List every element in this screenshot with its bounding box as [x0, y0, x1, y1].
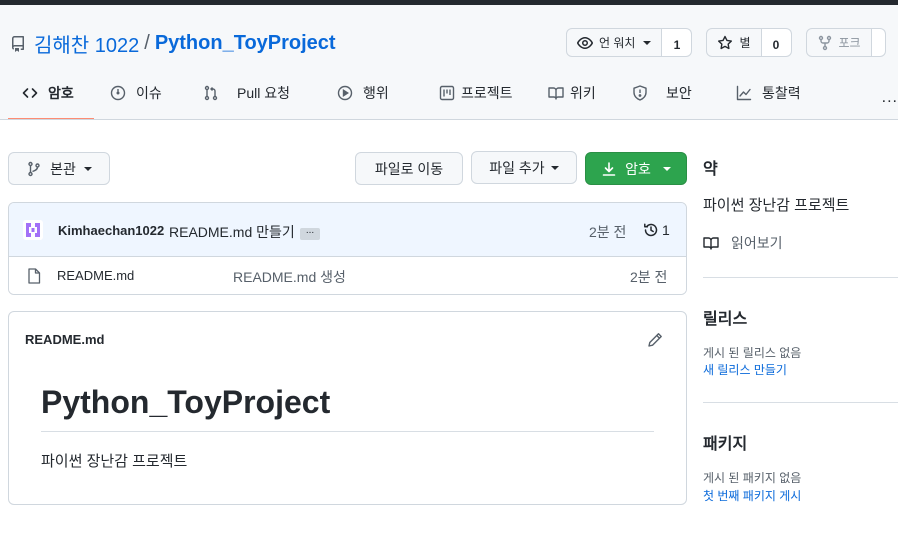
tab-pull-requests[interactable]: Pull 요청: [203, 66, 290, 120]
packages-title[interactable]: 패키지: [703, 430, 747, 454]
book-icon: [703, 237, 719, 250]
readme-panel: README.md Python_ToyProject 파이썬 장난감 프로젝트: [8, 311, 687, 505]
branch-label: 본관: [50, 160, 76, 177]
tab-insights-label: 통찰력: [762, 85, 801, 101]
add-file-button[interactable]: 파일 추가: [471, 151, 577, 184]
chevron-down-icon: [643, 40, 652, 45]
repo-name-link[interactable]: Python_ToyProject: [155, 32, 336, 55]
fork-icon: [818, 35, 831, 50]
file-name-link[interactable]: README.md: [57, 268, 134, 283]
header-divider: [0, 119, 898, 120]
repo-header: 김해찬 1022 / Python_ToyProject 언 워치 1 별 0 …: [0, 5, 898, 120]
file-list: Kimhaechan1022 README.md 만들기 ... 2분 전 1 …: [8, 202, 687, 295]
chevron-down-icon: [662, 166, 671, 171]
readme-title: Python_ToyProject: [41, 384, 331, 420]
watch-count[interactable]: 1: [662, 28, 693, 57]
watch-button[interactable]: 언 워치: [566, 28, 663, 57]
play-icon: [337, 85, 353, 101]
graph-icon: [736, 85, 752, 101]
eye-icon: [577, 36, 593, 49]
readme-sidebar-link[interactable]: 읽어보기: [703, 233, 783, 253]
star-count[interactable]: 0: [761, 28, 792, 57]
project-icon: [439, 85, 455, 101]
star-label: 별: [739, 36, 751, 50]
tab-security-label: 보안: [666, 85, 692, 101]
code-button[interactable]: 암호: [585, 152, 687, 185]
fork-group: 포크: [805, 28, 886, 57]
pencil-icon[interactable]: [647, 332, 663, 348]
fork-count[interactable]: [871, 28, 886, 57]
repo-nav-tabs: 암호 이슈 Pull 요청 행위 프로젝트 위키 보안 통찰력 ...: [0, 66, 898, 120]
repo-actions: 언 워치 1 별 0 포크: [566, 28, 886, 57]
more-tabs-button[interactable]: ...: [882, 89, 898, 107]
repo-owner-link[interactable]: 김해찬 1022: [34, 29, 139, 58]
watch-group: 언 워치 1: [566, 28, 693, 57]
tab-actions-label: 행위: [363, 85, 389, 101]
sidebar-divider: [703, 402, 898, 403]
commit-expand-button[interactable]: ...: [300, 226, 320, 240]
tab-projects-label: 프로젝트: [461, 85, 513, 101]
tab-actions[interactable]: 행위: [337, 66, 389, 120]
add-file-label: 파일 추가: [489, 159, 545, 176]
chevron-down-icon: [83, 166, 92, 171]
releases-empty-text: 게시 된 릴리스 없음: [703, 346, 802, 360]
file-commit-message-link[interactable]: README.md 생성: [233, 267, 346, 287]
file-time: 2분 전: [630, 269, 668, 285]
packages-empty-text: 게시 된 패키지 없음: [703, 471, 802, 485]
issue-icon: [110, 85, 126, 101]
tab-wiki[interactable]: 위키: [548, 66, 596, 120]
repo-icon: [11, 35, 24, 52]
tab-projects[interactable]: 프로젝트: [439, 66, 513, 120]
commit-author-link[interactable]: Kimhaechan1022: [58, 223, 164, 238]
history-icon: [644, 223, 658, 237]
latest-commit-row: Kimhaechan1022 README.md 만들기 ... 2분 전 1: [9, 203, 686, 257]
repo-separator: /: [144, 32, 150, 54]
avatar[interactable]: [23, 220, 43, 240]
tab-code-label: 암호: [48, 85, 74, 101]
download-icon: [602, 161, 616, 176]
history-count: 1: [662, 222, 670, 238]
repo-description: 파이썬 장난감 프로젝트: [703, 197, 850, 214]
commit-message-link[interactable]: README.md 만들기: [169, 222, 295, 242]
fork-button[interactable]: 포크: [805, 28, 872, 57]
readme-body: 파이썬 장난감 프로젝트: [41, 453, 188, 470]
star-group: 별 0: [706, 28, 792, 57]
sidebar-divider: [703, 277, 898, 278]
code-button-label: 암호: [625, 160, 651, 177]
star-button[interactable]: 별: [706, 28, 762, 57]
tab-insights[interactable]: 통찰력: [736, 66, 801, 120]
tab-security[interactable]: 보안: [632, 66, 692, 120]
tab-pull-requests-label: Pull 요청: [237, 85, 290, 101]
about-title: 약: [703, 161, 718, 178]
readme-sidebar-label: 읽어보기: [731, 235, 783, 251]
commit-history-link[interactable]: 1: [643, 222, 670, 238]
releases-title[interactable]: 릴리스: [703, 305, 747, 329]
pull-request-icon: [204, 85, 218, 101]
book-icon: [548, 87, 564, 100]
shield-icon: [633, 85, 647, 101]
tab-wiki-label: 위키: [570, 85, 596, 101]
go-to-file-button[interactable]: 파일로 이동: [355, 152, 463, 185]
create-release-link[interactable]: 새 릴리스 만들기: [703, 361, 787, 378]
repo-title: 김해찬 1022 / Python_ToyProject: [10, 29, 336, 58]
branch-select-button[interactable]: 본관: [8, 152, 110, 185]
file-icon: [28, 268, 41, 284]
watch-label: 언 워치: [599, 36, 636, 50]
fork-label: 포크: [838, 36, 861, 50]
commit-time: 2분 전: [589, 224, 627, 240]
code-icon: [22, 88, 38, 98]
readme-header[interactable]: README.md: [25, 332, 104, 347]
table-row: README.md README.md 생성 2분 전: [9, 257, 686, 294]
readme-divider: [41, 431, 654, 432]
tab-code[interactable]: 암호: [8, 66, 94, 120]
tab-issues[interactable]: 이슈: [110, 66, 162, 120]
publish-package-link[interactable]: 첫 번째 패키지 게시: [703, 487, 801, 504]
branch-icon: [28, 161, 40, 176]
tab-issues-label: 이슈: [136, 85, 162, 101]
chevron-down-icon: [550, 165, 559, 170]
star-icon: [718, 35, 733, 49]
